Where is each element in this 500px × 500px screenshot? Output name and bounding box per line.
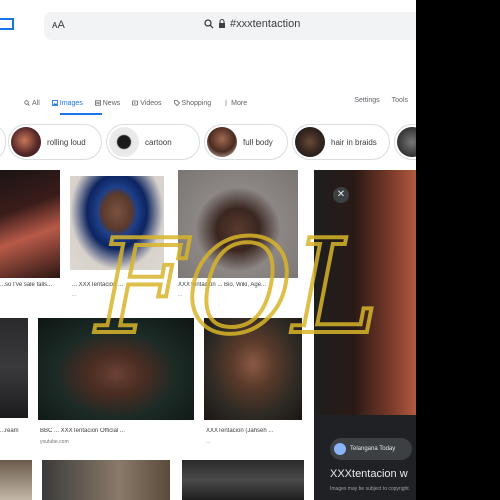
tab-more[interactable]: More [223,100,247,107]
lock-icon [219,19,225,28]
tag-icon [173,100,180,106]
preview-source-label: Telangana Today [350,446,396,452]
chip-thumbnail [295,127,325,157]
browser-toolbar: ᴀA #xxxtentaction [0,0,416,48]
tab-shopping-label: Shopping [181,99,212,107]
chip-thumbnail [207,127,237,157]
tab-all-label: All [32,99,40,107]
tab-news-label: News [102,99,121,107]
preview-copyright-note: Images may be subject to copyright. [330,486,411,492]
result-source: ... [72,292,77,298]
url-text: #xxxtentaction [230,18,301,30]
active-tab-indicator [60,113,102,115]
tools-link[interactable]: Tools [392,97,408,104]
result-image [0,460,32,500]
black-edge [416,0,500,500]
chip-label: hair in braids [331,137,377,147]
tab-images[interactable]: Images [51,99,83,107]
search-icon [24,100,30,106]
close-icon[interactable]: ✕ [333,187,349,203]
image-result-3[interactable]: XXXTentacion ... Bio, Wiki, Age... ... [178,170,298,310]
chip-thumbnail [109,127,139,157]
browser-screen: ᴀA #xxxtentaction All Images News Videos… [0,0,416,500]
image-result-4[interactable]: ...ream [0,318,28,448]
result-image [42,460,170,500]
preview-title[interactable]: XXXtentacion w [330,468,408,480]
image-result-5[interactable]: BBC ... XXXTentacion Official ... youtub… [38,318,194,448]
result-image [0,318,28,418]
result-source: ... [206,439,211,445]
more-icon [225,100,227,106]
result-source: youtube.com [40,439,69,445]
result-image [70,176,164,270]
site-favicon-icon [334,443,346,455]
result-caption: BBC ... XXXTentacion Official ... [40,428,125,434]
result-image [0,170,60,278]
result-caption: XXXTentacion ... Bio, Wiki, Age... [178,282,267,288]
tab-images-label: Images [59,99,83,107]
chip-label: rolling loud [47,137,86,147]
related-searches-chips: rolling loud cartoon full body hair in b… [0,122,416,162]
result-image [182,460,304,500]
tab-more-label: More [231,99,248,107]
address-bar[interactable]: ᴀA #xxxtentaction [44,12,416,40]
result-image [38,318,194,420]
result-image [204,318,302,420]
chip-partial[interactable] [0,124,6,160]
result-caption: XXXTentacion (Jahseh ... [206,428,274,434]
result-caption: ...so I've sale falls... [0,282,53,288]
result-source: ... [178,292,183,298]
chip-rolling-loud[interactable]: rolling loud [8,124,102,160]
video-icon [132,100,139,106]
news-icon [94,100,101,106]
settings-link[interactable]: Settings [354,97,379,104]
image-result-9[interactable] [182,460,304,500]
chip-label: cartoon [145,137,172,147]
result-caption: ... XXXTentacion ... [72,282,124,288]
chip-hair-in-braids[interactable]: hair in braids [292,124,390,160]
result-image [178,170,298,278]
image-result-7[interactable] [0,460,32,500]
chip-partial-right[interactable] [394,124,416,160]
image-result-6[interactable]: XXXTentacion (Jahseh ... ... [204,318,302,448]
search-tabs: All Images News Videos Shopping More [24,96,259,110]
search-tools: Settings Tools [354,97,408,104]
result-caption: ...ream [0,428,19,434]
tab-news[interactable]: News [94,99,121,107]
chip-full-body[interactable]: full body [204,124,288,160]
chip-label: full body [243,137,273,147]
tab-videos[interactable]: Videos [132,99,162,107]
sidebar-toggle-icon[interactable] [0,18,14,30]
image-result-1[interactable]: ...so I've sale falls... [0,170,60,310]
image-result-8[interactable] [42,460,170,500]
tab-all[interactable]: All [24,100,40,107]
preview-image[interactable] [314,170,416,415]
tab-videos-label: Videos [140,99,162,107]
search-icon [204,19,214,29]
chip-thumbnail [11,127,41,157]
tab-shopping[interactable]: Shopping [173,99,212,107]
image-icon [51,100,58,106]
chip-thumbnail [397,127,416,157]
image-result-2[interactable]: ... XXXTentacion ... ... [70,176,164,306]
image-preview-panel: ✕ Telangana Today XXXtentacion w Images … [314,170,416,500]
chip-cartoon[interactable]: cartoon [106,124,200,160]
preview-source-chip[interactable]: Telangana Today [330,438,412,460]
text-size-button[interactable]: ᴀA [52,19,65,31]
